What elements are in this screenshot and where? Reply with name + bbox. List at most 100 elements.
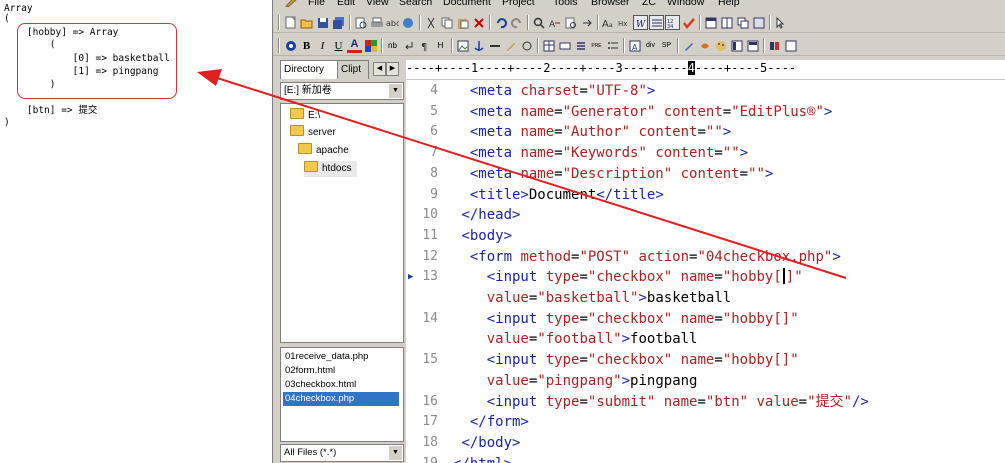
code-line[interactable]: <body> — [453, 226, 512, 246]
code-line[interactable]: <meta charset="UTF-8"> — [453, 81, 655, 101]
special-char-icon[interactable] — [519, 38, 534, 53]
code-line[interactable]: <input type="checkbox" name="hobby[]" — [453, 350, 799, 370]
customize-icon[interactable] — [783, 38, 798, 53]
undo-icon[interactable] — [493, 15, 508, 30]
menu-search[interactable]: Search — [399, 0, 432, 8]
find-icon[interactable] — [531, 15, 546, 30]
tree-node-server[interactable]: server — [290, 125, 336, 141]
div-button[interactable]: div — [643, 38, 658, 53]
code-line[interactable]: </html> — [453, 454, 512, 463]
palette-icon[interactable] — [713, 38, 728, 53]
horizontal-rule-icon[interactable] — [487, 38, 502, 53]
comment-icon[interactable] — [503, 38, 518, 53]
check-icon[interactable] — [681, 15, 696, 30]
code-line[interactable]: <title>Document</title> — [453, 185, 664, 205]
code-editor[interactable]: 4 5 6 7 8 9 10 11 12 13 ▶ 14 15 16 17 18 19 <meta charse… — [406, 80, 1005, 463]
menu-zc[interactable]: ZC — [642, 0, 656, 8]
redo-icon[interactable] — [509, 15, 524, 30]
font-size-icon[interactable]: Aa — [601, 15, 616, 30]
code-line[interactable]: </body> — [453, 433, 520, 453]
code-line[interactable]: <input type="submit" name="btn" value="提… — [453, 392, 869, 412]
list-item-selected[interactable]: 04checkbox.php — [283, 392, 399, 406]
menu-window[interactable]: Window — [667, 0, 704, 8]
code-line[interactable]: </form> — [453, 412, 529, 432]
browser-icon[interactable] — [401, 15, 416, 30]
frame-icon[interactable] — [729, 38, 744, 53]
toolbar-options-icon[interactable] — [767, 38, 782, 53]
table-icon[interactable] — [541, 38, 556, 53]
font-color-button[interactable]: A — [347, 38, 362, 53]
goto-line-icon[interactable] — [579, 15, 594, 30]
paragraph-icon[interactable]: ¶ — [417, 38, 432, 53]
nbsp-button[interactable]: nb — [385, 38, 400, 53]
paste-icon[interactable] — [455, 15, 470, 30]
ruler-toggle-icon[interactable] — [649, 15, 664, 30]
line-number-toggle-icon[interactable]: 12 34 — [665, 15, 680, 30]
new-file-icon[interactable] — [283, 15, 298, 30]
line-break-icon[interactable] — [401, 38, 416, 53]
code-line[interactable]: <meta name="Keywords" content=""> — [453, 143, 748, 163]
meta-icon[interactable] — [745, 38, 760, 53]
tab-directory[interactable]: Directory — [280, 60, 338, 79]
menu-project[interactable]: Project — [502, 0, 535, 8]
code-line[interactable]: value="football">football — [453, 329, 698, 349]
save-icon[interactable] — [315, 15, 330, 30]
menu-edit[interactable]: Edit — [337, 0, 355, 8]
css-edit-icon[interactable] — [681, 38, 696, 53]
code-line[interactable]: <input type="checkbox" name="hobby[]" — [453, 309, 799, 329]
tree-node-apache[interactable]: apache — [298, 143, 349, 159]
find-in-files-icon[interactable] — [563, 15, 578, 30]
copy-icon[interactable] — [439, 15, 454, 30]
menu-help[interactable]: Help — [718, 0, 740, 8]
menu-document[interactable]: Document — [443, 0, 491, 8]
italic-button[interactable]: I — [315, 38, 330, 53]
menu-browser[interactable]: Browser — [591, 0, 630, 8]
bullet-list-icon[interactable] — [605, 38, 620, 53]
tab-scroll-left-icon[interactable]: ◀ — [373, 62, 386, 76]
list-item[interactable]: 02form.html — [283, 364, 337, 378]
tab-scroll-right-icon[interactable]: ▶ — [386, 62, 399, 76]
span-button[interactable]: SP — [659, 38, 674, 53]
file-filter-select[interactable]: All Files (*.*) ▼ — [280, 444, 404, 462]
form-icon[interactable] — [557, 38, 572, 53]
code-line[interactable]: value="basketball">basketball — [453, 288, 731, 308]
tab-cliptext[interactable]: Clipt — [337, 60, 369, 79]
list-icon[interactable] — [573, 38, 588, 53]
code-line[interactable]: <meta name="Author" content=""> — [453, 122, 731, 142]
save-all-icon[interactable] — [331, 15, 346, 30]
cascade-windows-icon[interactable] — [735, 15, 750, 30]
drive-select[interactable]: [E:] 新加卷 ▼ — [280, 82, 404, 100]
print-preview-icon[interactable] — [353, 15, 368, 30]
anchor-icon[interactable] — [471, 38, 486, 53]
cliptext-icon[interactable] — [751, 15, 766, 30]
code-line[interactable]: <meta name="Description" content=""> — [453, 164, 773, 184]
print-icon[interactable] — [369, 15, 384, 30]
hex-view-icon[interactable]: Hx — [617, 15, 632, 30]
color-table-icon[interactable] — [363, 38, 378, 53]
replace-icon[interactable]: A — [547, 15, 562, 30]
spell-check-icon[interactable]: abc — [385, 15, 400, 30]
font-face-icon[interactable]: A — [627, 38, 642, 53]
bold-button[interactable]: B — [299, 38, 314, 53]
tile-windows-icon[interactable] — [719, 15, 734, 30]
delete-icon[interactable] — [471, 15, 486, 30]
code-line[interactable]: </head> — [453, 205, 520, 225]
pre-button[interactable]: PRE — [589, 38, 604, 53]
tree-node-htdocs[interactable]: htdocs — [304, 161, 358, 177]
code-line[interactable]: <meta name="Generator" content="EditPlus… — [453, 102, 832, 122]
list-item[interactable]: 03checkbox.html — [283, 378, 358, 392]
window-list-icon[interactable] — [703, 15, 718, 30]
heading-button[interactable]: H — [433, 38, 448, 53]
code-line[interactable]: <input type="checkbox" name="hobby[]" — [453, 267, 803, 287]
cut-icon[interactable] — [423, 15, 438, 30]
menu-view[interactable]: View — [366, 0, 389, 8]
open-folder-icon[interactable] — [299, 15, 314, 30]
tree-node-drive-root[interactable]: E:\ — [290, 108, 320, 124]
menu-file[interactable]: File — [308, 0, 325, 8]
word-wrap-icon[interactable]: W — [633, 15, 648, 30]
code-text[interactable]: <meta charset="UTF-8"> <meta name="Gener… — [453, 80, 1005, 463]
code-line[interactable]: <form method="POST" action="04checkbox.p… — [453, 247, 841, 267]
list-item[interactable]: 01receive_data.php — [283, 350, 370, 364]
menu-tools[interactable]: Tools — [553, 0, 578, 8]
help-pointer-icon[interactable] — [773, 15, 788, 30]
